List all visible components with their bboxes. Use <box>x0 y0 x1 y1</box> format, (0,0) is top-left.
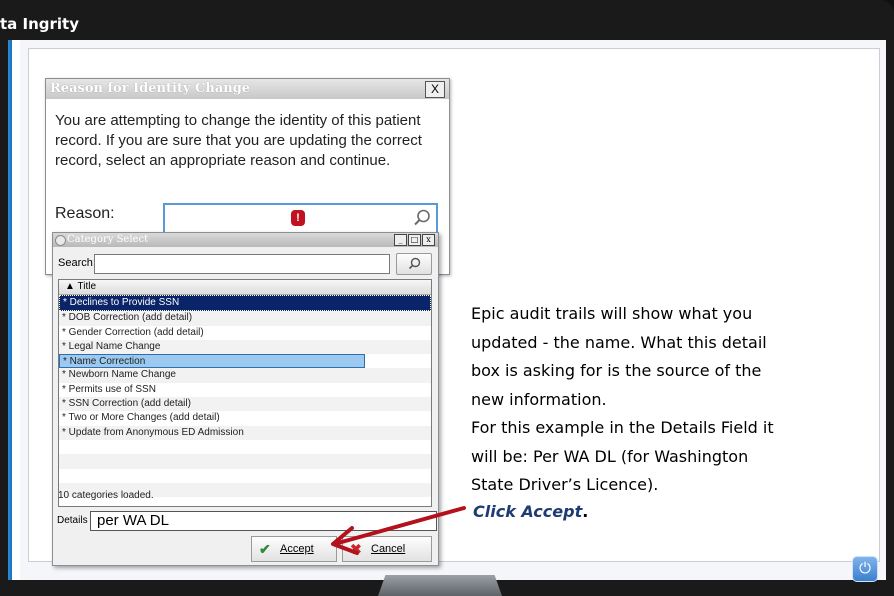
category-select-dialog: Category Select _ □ x Search: ▲ Title * … <box>52 232 439 566</box>
cancel-label: Cancel <box>371 543 406 555</box>
monitor-stand <box>378 575 502 596</box>
click-accept-text: Click Accept <box>473 502 583 521</box>
list-item[interactable]: * DOB Correction (add detail) <box>59 311 431 326</box>
details-field[interactable]: per WA DL <box>90 511 437 531</box>
list-item[interactable]: * Newborn Name Change <box>59 368 431 383</box>
close-button[interactable]: x <box>422 234 435 246</box>
monitor-frame: ta Ingrity Reason for Identity Change X … <box>0 0 894 596</box>
status-text: 10 categories loaded. <box>58 490 154 501</box>
accept-button[interactable]: ✔ Accept <box>251 536 337 562</box>
empty-row <box>59 454 431 469</box>
category-list[interactable]: ▲ Title * Declines to Provide SSN * DOB … <box>58 279 432 507</box>
click-accept-suffix: . <box>582 502 589 521</box>
cancel-button[interactable]: ✖ Cancel <box>342 536 432 562</box>
click-accept-instruction: Click Accept. <box>473 502 588 521</box>
search-input[interactable] <box>94 254 390 274</box>
required-icon: ! <box>291 210 305 226</box>
annotation-line: new information. <box>471 389 607 409</box>
reason-label: Reason: <box>55 205 115 222</box>
empty-row <box>59 469 431 483</box>
x-icon: ✖ <box>350 541 362 557</box>
search-icon[interactable] <box>412 208 432 228</box>
empty-row <box>59 440 431 454</box>
minimize-button[interactable]: _ <box>394 234 407 246</box>
reason-dialog-title: Reason for Identity Change <box>46 79 449 99</box>
window-buttons: _ □ x <box>393 234 435 246</box>
annotation-line: Epic audit trails will show what you <box>471 304 753 323</box>
checkmark-icon: ✔ <box>259 541 271 557</box>
list-item[interactable]: * SSN Correction (add detail) <box>59 397 431 412</box>
annotation-line: State Driver’s Licence). <box>471 475 659 494</box>
app-icon <box>55 235 66 246</box>
list-item[interactable]: * Two or More Changes (add detail) <box>59 411 431 425</box>
annotation-line: box is asking for is the source of the <box>471 361 762 380</box>
reason-message: You are attempting to change the identit… <box>55 112 422 169</box>
category-dialog-titlebar: Category Select _ □ x <box>53 233 438 247</box>
annotation-text: Epic audit trails will show what you upd… <box>471 300 851 500</box>
window-title: ta Ingrity <box>0 15 79 33</box>
list-item[interactable]: * Gender Correction (add detail) <box>59 326 431 340</box>
column-header-title[interactable]: ▲ Title <box>59 280 431 295</box>
list-item-highlighted[interactable]: * Name Correction <box>59 354 365 369</box>
annotation-line: updated - the name. What this detail <box>471 332 767 352</box>
reason-input[interactable]: ! <box>163 203 438 235</box>
list-item[interactable]: * Legal Name Change <box>59 339 431 355</box>
search-button[interactable] <box>396 253 432 275</box>
power-icon[interactable]: ⏻ <box>852 556 878 582</box>
list-item[interactable]: * Update from Anonymous ED Admission <box>59 425 431 440</box>
list-item[interactable]: * Permits use of SSN <box>59 383 431 397</box>
annotation-line: will be: Per WA DL (for Washington <box>471 446 749 466</box>
accept-label: Accept <box>280 543 314 555</box>
list-item[interactable]: * Declines to Provide SSN <box>59 295 431 312</box>
category-dialog-title: Category Select <box>67 234 149 245</box>
details-label: Details <box>57 515 88 526</box>
search-label: Search: <box>58 257 96 269</box>
close-button[interactable]: X <box>425 81 445 98</box>
annotation-line: For this example in the Details Field it <box>471 418 774 437</box>
maximize-button[interactable]: □ <box>408 234 421 246</box>
search-icon <box>408 257 421 270</box>
